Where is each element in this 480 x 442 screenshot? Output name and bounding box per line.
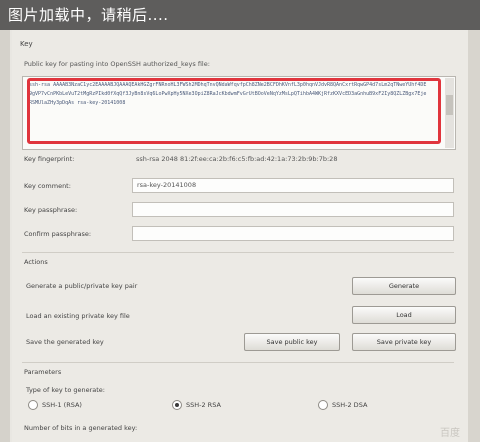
confirm-passphrase-input[interactable] bbox=[132, 226, 454, 241]
passphrase-input[interactable] bbox=[132, 202, 454, 217]
radio-label: SSH-1 (RSA) bbox=[42, 401, 82, 409]
window-frame-right bbox=[468, 30, 480, 442]
radio-label: SSH-2 RSA bbox=[186, 401, 221, 409]
key-type-label: Type of key to generate: bbox=[26, 386, 105, 394]
fingerprint-label: Key fingerprint: bbox=[24, 155, 75, 163]
bits-label: Number of bits in a generated key: bbox=[24, 424, 138, 432]
loading-overlay: 图片加载中，请稍后.... bbox=[0, 0, 480, 30]
radio-ssh1-rsa[interactable]: SSH-1 (RSA) bbox=[28, 400, 82, 412]
load-label: Load an existing private key file bbox=[26, 312, 130, 320]
divider bbox=[22, 362, 454, 363]
watermark-text: 百度 bbox=[440, 428, 460, 439]
radio-ssh2-dsa[interactable]: SSH-2 DSA bbox=[318, 400, 367, 412]
save-public-key-button[interactable]: Save public key bbox=[244, 333, 340, 351]
comment-input[interactable]: rsa-key-20141008 bbox=[132, 178, 454, 193]
key-description: Public key for pasting into OpenSSH auth… bbox=[24, 60, 210, 68]
fingerprint-value: ssh-rsa 2048 81:2f:ee:ca:2b:f6:c5:fb:ad:… bbox=[136, 155, 338, 163]
save-private-key-button[interactable]: Save private key bbox=[352, 333, 456, 351]
highlight-annotation bbox=[27, 78, 441, 144]
key-group-title: Key bbox=[20, 40, 33, 48]
load-button[interactable]: Load bbox=[352, 306, 456, 324]
radio-label: SSH-2 DSA bbox=[332, 401, 368, 409]
parameters-group-title: Parameters bbox=[24, 368, 62, 376]
generate-label: Generate a public/private key pair bbox=[26, 282, 138, 290]
save-label: Save the generated key bbox=[26, 338, 104, 346]
divider bbox=[22, 252, 454, 253]
passphrase-label: Key passphrase: bbox=[24, 206, 78, 214]
generate-button[interactable]: Generate bbox=[352, 277, 456, 295]
comment-label: Key comment: bbox=[24, 182, 71, 190]
window-frame-left bbox=[0, 30, 10, 442]
radio-selected-icon[interactable] bbox=[172, 400, 182, 410]
radio-icon[interactable] bbox=[28, 400, 38, 410]
actions-group-title: Actions bbox=[24, 258, 48, 266]
key-scrollbar-thumb[interactable] bbox=[446, 95, 453, 115]
confirm-passphrase-label: Confirm passphrase: bbox=[24, 230, 92, 238]
radio-icon[interactable] bbox=[318, 400, 328, 410]
radio-ssh2-rsa[interactable]: SSH-2 RSA bbox=[172, 400, 221, 412]
